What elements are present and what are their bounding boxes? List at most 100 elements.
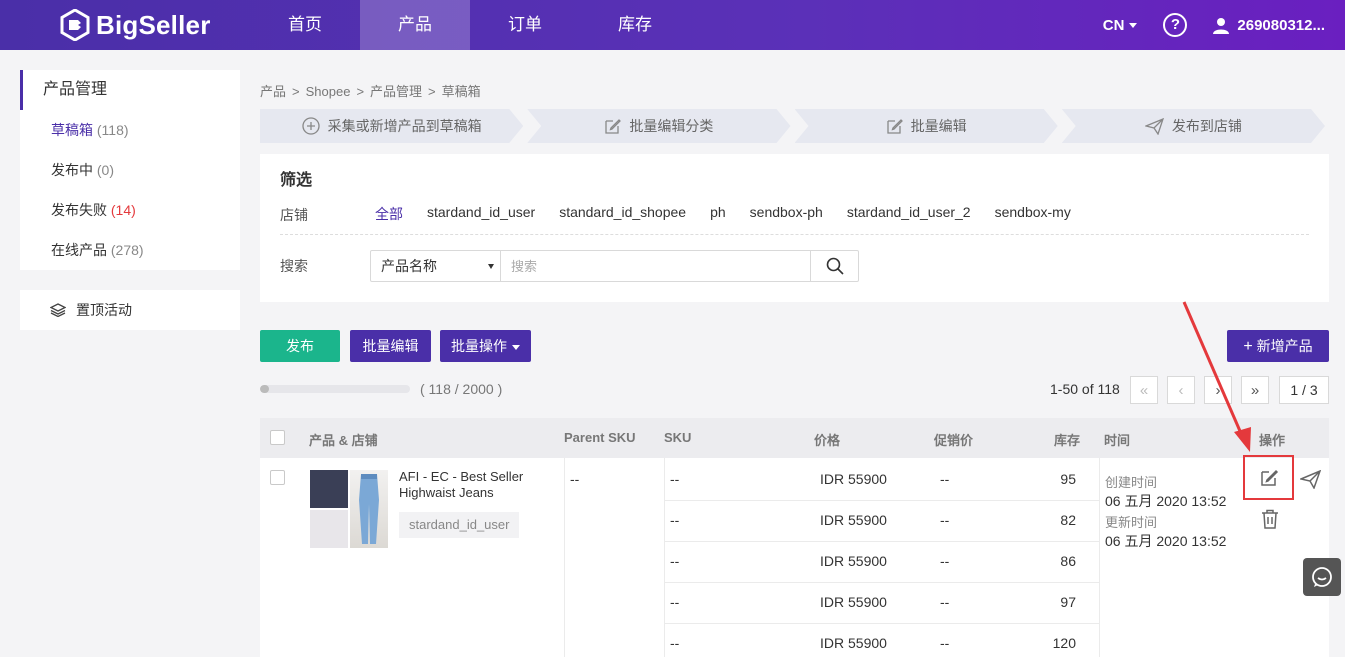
quota-progress-fill [260,385,269,393]
sku-value: -- [670,594,680,610]
store-option-all[interactable]: 全部 [375,204,403,224]
step-label: 批量编辑 [910,118,967,134]
row-checkbox[interactable] [270,470,285,485]
product-thumbnail[interactable] [310,470,388,548]
language-switcher[interactable]: CN [1103,17,1138,34]
search-button[interactable] [810,251,858,281]
help-icon[interactable]: ? [1163,13,1188,37]
add-product-button[interactable]: + 新增产品 [1227,330,1329,362]
promo-price-value: -- [940,635,950,651]
sidebar-product-management: 产品管理 草稿箱 (118) 发布中 (0) 发布失败 (14) 在线产品 (2… [20,70,240,270]
store-option[interactable]: stardand_id_user_2 [847,204,971,224]
stock-value: 97 [1060,594,1076,610]
main-nav: 首页 产品 订单 库存 [250,0,690,50]
store-option[interactable]: ph [710,204,726,224]
price-value: IDR 55900 [820,635,887,651]
pagination-range: 1-50 of 118 [1050,381,1120,397]
publish-button[interactable]: 发布 [260,330,340,362]
search-label: 搜索 [280,258,308,274]
search-type-select[interactable]: 产品名称 [371,251,501,281]
batch-edit-button[interactable]: 批量编辑 [350,330,431,362]
search-box: 产品名称 [370,250,859,282]
caret-down-icon [488,263,494,269]
user-menu[interactable]: 269080312... [1213,17,1325,34]
step-batch-category: 批量编辑分类 [527,109,790,143]
logo[interactable]: BigSeller [60,9,211,41]
double-chevron-right-icon: » [1250,381,1260,399]
filter-panel: 筛选 店铺 全部 stardand_id_user standard_id_sh… [260,154,1329,302]
sidebar-item-pinned-activity[interactable]: 置顶活动 [20,290,240,330]
chevron-left-icon: ‹ [1178,381,1184,399]
sidebar-item-count: (14) [110,202,136,218]
created-time-label: 创建时间 [1105,475,1158,490]
sidebar-header: 产品管理 [20,70,240,110]
quota-progress-bar [260,385,410,393]
price-value: IDR 55900 [820,471,887,487]
sidebar-item-label: 草稿箱 [51,122,93,138]
layers-icon [50,303,66,317]
button-label: 新增产品 [1256,338,1313,354]
promo-price-value: -- [940,471,950,487]
edit-button[interactable] [1243,455,1294,500]
col-sku: SKU [664,430,692,445]
chat-button[interactable] [1303,558,1341,596]
top-right-tools: CN ? 269080312... [1103,0,1325,50]
first-page-button[interactable]: « [1130,376,1158,404]
nav-products[interactable]: 产品 [360,0,470,50]
search-input[interactable] [501,251,810,281]
sidebar-item-online-products[interactable]: 在线产品 (278) [20,230,240,270]
search-icon [826,257,844,275]
sku-value: -- [670,512,680,528]
breadcrumb-item[interactable]: Shopee [306,84,351,99]
breadcrumb: 产品 > Shopee > 产品管理 > 草稿箱 [260,84,481,99]
sidebar-item-drafts[interactable]: 草稿箱 (118) [20,110,240,150]
select-all-checkbox[interactable] [270,430,285,445]
workflow-steps: 采集或新增产品到草稿箱 批量编辑分类 批量编辑 发布到店铺 [260,109,1329,143]
step-batch-edit: 批量编辑 [795,109,1058,143]
store-option[interactable]: stardand_id_user [427,204,535,224]
store-option[interactable]: sendbox-my [995,204,1071,224]
delete-button[interactable] [1259,508,1281,530]
nav-home[interactable]: 首页 [250,0,360,50]
step-collect: 采集或新增产品到草稿箱 [260,109,523,143]
publish-row-button[interactable] [1299,468,1321,490]
sidebar-item-count: (0) [96,162,115,178]
col-stock: 库存 [1054,433,1081,448]
button-label: 批量操作 [451,338,507,354]
promo-price-value: -- [940,512,950,528]
plus-icon: + [1243,338,1253,355]
nav-orders[interactable]: 订单 [470,0,580,50]
col-promo-price: 促销价 [934,433,974,448]
last-page-button[interactable]: » [1241,376,1269,404]
sidebar-item-publishing[interactable]: 发布中 (0) [20,150,240,190]
send-icon [1299,469,1321,489]
created-time-value: 06 五月 2020 13:52 [1105,493,1227,509]
store-option[interactable]: sendbox-ph [750,204,823,224]
store-option[interactable]: standard_id_shopee [559,204,686,224]
breadcrumb-item[interactable]: 产品管理 [370,84,422,99]
stock-value: 86 [1060,553,1076,569]
next-page-button[interactable]: › [1204,376,1232,404]
updated-time-value: 06 五月 2020 13:52 [1105,533,1227,549]
price-value: IDR 55900 [820,594,887,610]
breadcrumb-item[interactable]: 产品 [260,84,286,99]
product-name[interactable]: AFI - EC - Best Seller Highwaist Jeans [399,469,559,501]
quota-text: ( 118 / 2000 ) [420,381,503,397]
chat-icon [1312,567,1332,587]
prev-page-button[interactable]: ‹ [1167,376,1195,404]
store-filter-options: 全部 stardand_id_user standard_id_shopee p… [375,204,1095,224]
sidebar-item-publish-failed[interactable]: 发布失败 (14) [20,190,240,230]
nav-inventory[interactable]: 库存 [580,0,690,50]
brand-name: BigSeller [96,9,211,40]
edit-icon [886,118,903,135]
caret-down-icon [512,344,520,350]
top-navbar: BigSeller 首页 产品 订单 库存 CN ? 269080312... [0,0,1345,50]
caret-down-icon [1129,22,1138,28]
price-value: IDR 55900 [820,512,887,528]
page-indicator[interactable]: 1 / 3 [1279,376,1329,404]
batch-operations-button[interactable]: 批量操作 [440,330,531,362]
updated-time-label: 更新时间 [1105,515,1158,530]
col-time: 时间 [1104,433,1131,448]
plus-circle-icon [302,117,320,135]
promo-price-value: -- [940,594,950,610]
